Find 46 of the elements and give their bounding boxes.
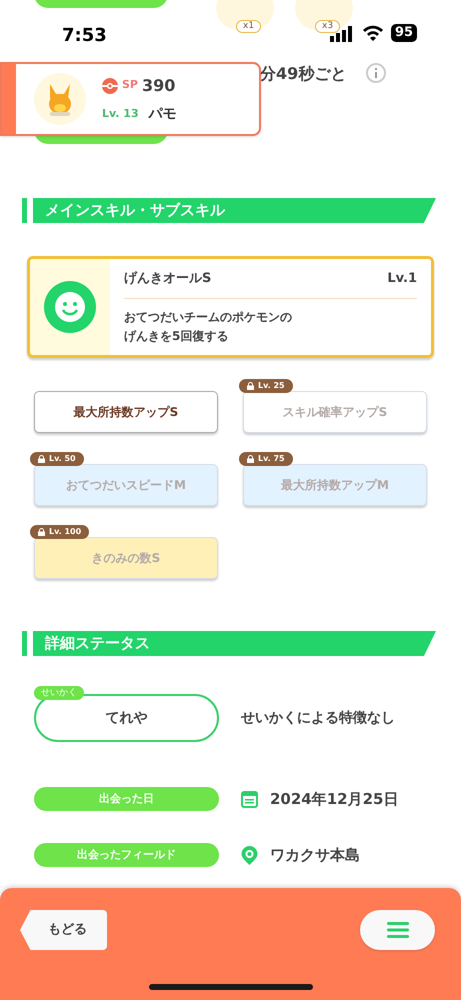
wifi-icon xyxy=(362,25,384,41)
sub-skill-button[interactable]: 最大所持数アップS xyxy=(34,391,218,433)
sub-skill-button[interactable]: きのみの数S xyxy=(34,537,218,579)
banner-stripe xyxy=(2,64,16,134)
skill-name: げんきオールS xyxy=(124,270,212,288)
nature-effect: せいかくによる特徴なし xyxy=(241,708,395,728)
menu-button[interactable] xyxy=(360,910,435,950)
detail-label: 出会った日 xyxy=(34,787,219,811)
pokeball-icon xyxy=(102,78,118,94)
lock-icon xyxy=(38,528,45,536)
header-mark xyxy=(22,631,27,656)
header-mark xyxy=(22,198,27,223)
level-text: Lv. 13 xyxy=(102,106,139,122)
count-badge: x3 xyxy=(315,20,340,33)
lock-badge: Lv. 100 xyxy=(30,525,90,539)
calendar-icon xyxy=(241,790,258,808)
menu-icon xyxy=(386,922,408,938)
section-header: メインスキル・サブスキル xyxy=(33,198,436,223)
pokemon-name: パモ xyxy=(148,104,177,124)
lock-badge: Lv. 50 xyxy=(30,452,84,466)
lock-icon xyxy=(247,455,254,463)
sp-label: SP xyxy=(122,77,138,94)
back-button[interactable]: もどる xyxy=(20,910,107,950)
skill-level: Lv.1 xyxy=(387,270,417,288)
detail-label: 出会ったフィールド xyxy=(34,843,219,867)
lock-badge: Lv. 25 xyxy=(239,379,293,393)
lock-icon xyxy=(38,455,45,463)
sp-value: 390 xyxy=(142,74,176,96)
sub-skill-button[interactable]: おてつだいスピードM xyxy=(34,464,218,506)
detail-value: 2024年12月25日 xyxy=(270,788,398,810)
lock-icon xyxy=(247,382,254,390)
section-header: 詳細ステータス xyxy=(33,631,436,656)
count-badge: x1 xyxy=(236,20,262,33)
detail-value: ワカクサ本島 xyxy=(270,844,360,866)
lock-badge: Lv. 75 xyxy=(239,452,293,466)
skill-description: げんきを5回復する xyxy=(124,328,228,345)
status-time: 7:53 xyxy=(62,24,107,48)
smiley-icon xyxy=(44,281,96,333)
info-icon[interactable] xyxy=(366,63,386,83)
map-pin-icon xyxy=(241,846,258,864)
sub-skill-button[interactable]: スキル確率アップS xyxy=(243,391,427,433)
interval-text: 分49秒ごと xyxy=(260,63,346,85)
battery-indicator: 95 xyxy=(391,24,418,42)
skill-description: おてつだいチームのポケモンの xyxy=(124,309,292,326)
sub-skill-button[interactable]: 最大所持数アップM xyxy=(243,464,427,506)
nature-tag: せいかく xyxy=(34,686,84,700)
